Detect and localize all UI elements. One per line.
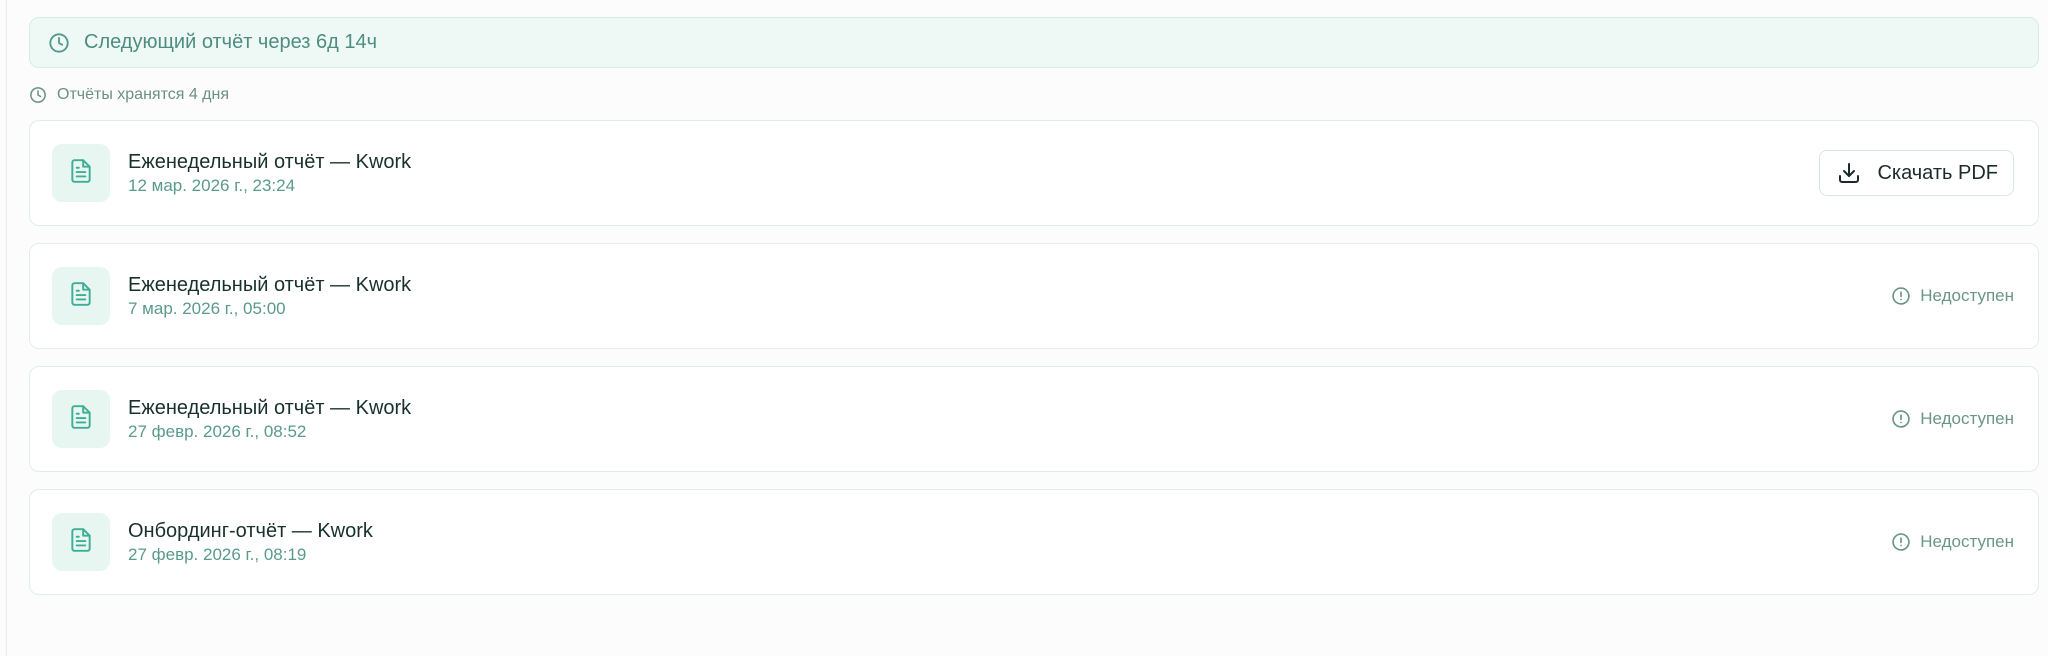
report-title: Онбординг-отчёт — Kwork bbox=[128, 520, 373, 542]
document-icon bbox=[68, 526, 94, 559]
clock-icon bbox=[48, 32, 70, 54]
report-info: Онбординг-отчёт — Kwork 27 февр. 2026 г.… bbox=[128, 518, 373, 566]
alert-circle-icon bbox=[1891, 286, 1911, 306]
report-file-tile bbox=[52, 144, 110, 202]
unavailable-status: Недоступен bbox=[1891, 286, 2014, 306]
unavailable-label: Недоступен bbox=[1920, 532, 2014, 551]
document-icon bbox=[68, 157, 94, 190]
report-card: Еженедельный отчёт — Kwork 27 февр. 2026… bbox=[29, 366, 2039, 472]
download-icon bbox=[1837, 161, 1861, 185]
report-info: Еженедельный отчёт — Kwork 7 мар. 2026 г… bbox=[128, 272, 411, 320]
document-icon bbox=[68, 280, 94, 313]
unavailable-status: Недоступен bbox=[1891, 409, 2014, 429]
report-date: 27 февр. 2026 г., 08:52 bbox=[128, 422, 307, 441]
report-info: Еженедельный отчёт — Kwork 27 февр. 2026… bbox=[128, 395, 411, 443]
report-date: 27 февр. 2026 г., 08:19 bbox=[128, 545, 307, 564]
report-card: Онбординг-отчёт — Kwork 27 февр. 2026 г.… bbox=[29, 489, 2039, 595]
clock-icon bbox=[29, 86, 47, 104]
report-title: Еженедельный отчёт — Kwork bbox=[128, 151, 412, 173]
report-date: 7 мар. 2026 г., 05:00 bbox=[128, 299, 286, 318]
report-title: Еженедельный отчёт — Kwork bbox=[128, 397, 412, 419]
report-file-tile bbox=[52, 390, 110, 448]
report-card: Еженедельный отчёт — Kwork 12 мар. 2026 … bbox=[29, 120, 2039, 226]
next-report-banner: Следующий отчёт через 6д 14ч bbox=[29, 17, 2039, 68]
report-card: Еженедельный отчёт — Kwork 7 мар. 2026 г… bbox=[29, 243, 2039, 349]
retention-note: Отчёты хранятся 4 дня bbox=[29, 85, 2039, 105]
unavailable-status: Недоступен bbox=[1891, 532, 2014, 552]
document-icon bbox=[68, 403, 94, 436]
unavailable-label: Недоступен bbox=[1920, 286, 2014, 305]
report-title: Еженедельный отчёт — Kwork bbox=[128, 274, 412, 296]
left-divider bbox=[6, 0, 7, 656]
alert-circle-icon bbox=[1891, 409, 1911, 429]
retention-text: Отчёты хранятся 4 дня bbox=[57, 86, 230, 103]
report-info: Еженедельный отчёт — Kwork 12 мар. 2026 … bbox=[128, 149, 411, 197]
report-list: Еженедельный отчёт — Kwork 12 мар. 2026 … bbox=[29, 120, 2039, 595]
next-report-text: Следующий отчёт через 6д 14ч bbox=[84, 31, 378, 53]
alert-circle-icon bbox=[1891, 532, 1911, 552]
report-file-tile bbox=[52, 267, 110, 325]
reports-panel: Следующий отчёт через 6д 14ч Отчёты хран… bbox=[29, 17, 2039, 595]
report-date: 12 мар. 2026 г., 23:24 bbox=[128, 176, 296, 195]
download-pdf-button[interactable]: Скачать PDF bbox=[1819, 150, 2014, 196]
unavailable-label: Недоступен bbox=[1920, 409, 2014, 428]
report-file-tile bbox=[52, 513, 110, 571]
download-pdf-label: Скачать PDF bbox=[1877, 161, 1998, 184]
